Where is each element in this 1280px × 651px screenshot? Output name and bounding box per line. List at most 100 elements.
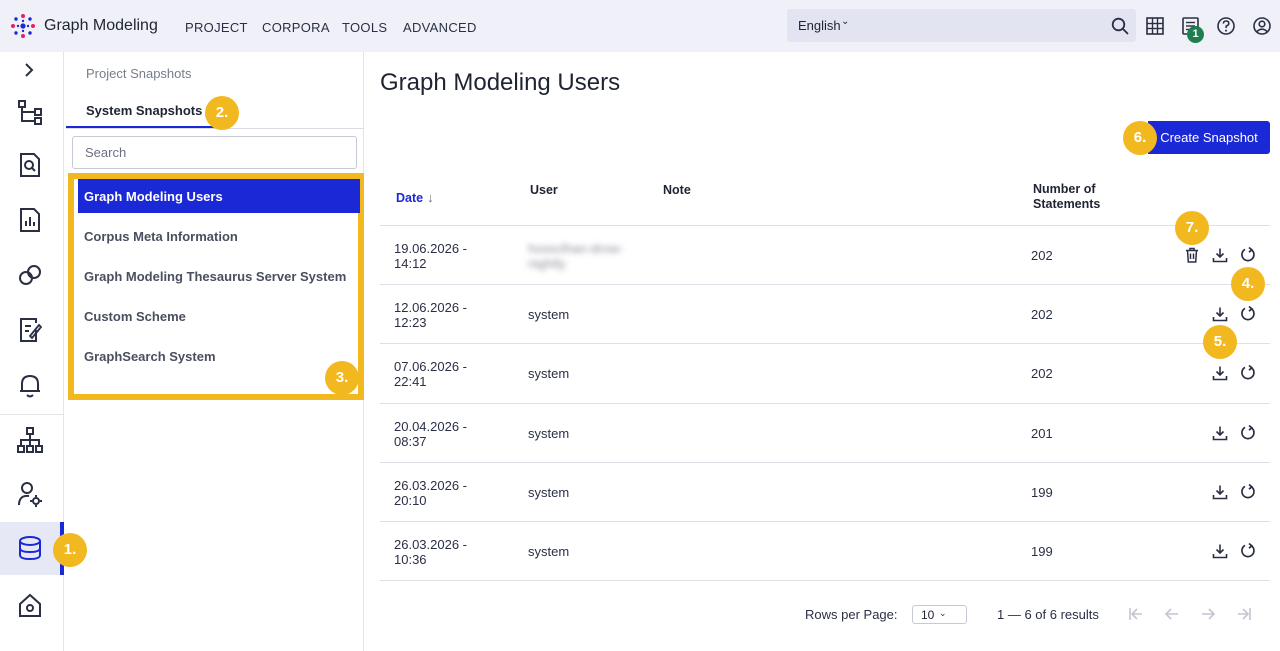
tab-system-snapshots[interactable]: System Snapshots [86,103,202,118]
row-date: 26.03.2026 - 20:10 [394,478,467,508]
row-date-line2: 12:23 [394,315,427,330]
list-item-corpus-meta-information[interactable]: Corpus Meta Information [78,219,360,253]
download-icon[interactable] [1211,305,1229,323]
marker-7: 7. [1175,211,1209,245]
row-user: system [528,366,570,381]
row-statements: 202 [1031,307,1053,322]
report-chart-icon[interactable] [16,206,44,234]
row-statements: 199 [1031,485,1053,500]
marker-2: 2. [205,96,239,130]
marker-6: 6. [1123,121,1157,155]
chevron-right-icon[interactable] [20,56,40,84]
row-date: 12.06.2026 - 12:23 [394,300,467,330]
tab-project-snapshots[interactable]: Project Snapshots [86,66,192,81]
row-statements: 202 [1031,248,1053,263]
row-statements: 202 [1031,366,1053,381]
row-date-line1: 26.03.2026 - [394,478,468,493]
list-item-custom-scheme[interactable]: Custom Scheme [78,299,360,333]
table-row: 20.04.2026 - 08:37 system 201 [380,403,1270,462]
row-user: hossclhan-drow- nightly [528,241,623,271]
row-date-line2: 10:36 [394,552,427,567]
column-header-statements: Number of Statements [1033,182,1100,212]
nav-tools[interactable]: TOOLS [342,20,387,35]
row-date-line1: 19.06.2026 - [394,241,468,256]
restore-icon[interactable] [1239,483,1257,501]
column-header-statements-line2: Statements [1033,197,1101,211]
column-header-note: Note [663,183,691,197]
org-chart-icon[interactable] [16,426,44,454]
hierarchy-icon[interactable] [16,98,44,126]
restore-icon[interactable] [1239,542,1257,560]
snapshots-table: Date ↓ User Note Number of Statements 19.… [380,170,1270,581]
sort-arrow-down-icon: ↓ [427,190,434,205]
restore-icon[interactable] [1239,424,1257,442]
row-date-line2: 08:37 [394,434,427,449]
row-date: 07.06.2026 - 22:41 [394,359,467,389]
download-icon[interactable] [1211,424,1229,442]
snapshot-list: Graph Modeling Users Corpus Meta Informa… [68,173,364,400]
row-user: system [528,426,570,441]
next-page-icon[interactable] [1198,604,1218,624]
download-icon[interactable] [1211,246,1229,264]
notification-badge: 1 [1187,26,1204,43]
left-rail [0,52,64,651]
user-settings-icon[interactable] [16,480,44,508]
row-date: 26.03.2026 - 10:36 [394,537,467,567]
language-select[interactable]: English ⌄ [787,9,1136,42]
row-date-line1: 12.06.2026 - [394,300,468,315]
restore-icon[interactable] [1239,246,1257,264]
document-search-icon[interactable] [16,151,44,179]
row-user-line1: hossclhan-drow- [528,241,624,256]
column-header-statements-line1: Number of [1033,182,1096,196]
database-icon[interactable] [16,534,44,562]
results-range: 1 — 6 of 6 results [997,607,1099,622]
app-brand[interactable]: Graph Modeling [44,17,158,35]
grid-icon[interactable] [1145,16,1165,36]
nav-project[interactable]: PROJECT [185,20,248,35]
restore-icon[interactable] [1239,305,1257,323]
row-statements: 201 [1031,426,1053,441]
create-snapshot-button[interactable]: Create Snapshot [1148,121,1270,154]
home-settings-icon[interactable] [16,591,44,619]
snapshot-panel: Project Snapshots System Snapshots Graph… [65,52,364,651]
rows-per-page-label: Rows per Page: [805,607,898,622]
link-icon[interactable] [16,261,44,289]
table-row: 12.06.2026 - 12:23 system 202 [380,284,1270,343]
bell-icon[interactable] [16,371,44,399]
edit-document-icon[interactable] [16,316,44,344]
column-header-date[interactable]: Date ↓ [396,190,434,206]
row-user: system [528,307,570,322]
row-date: 19.06.2026 - 14:12 [394,241,467,271]
chevron-down-icon: ⌄ [841,16,850,27]
page-title: Graph Modeling Users [380,69,621,96]
list-item-thesaurus-server-system[interactable]: Graph Modeling Thesaurus Server System [78,259,360,293]
row-user-line2: nightly [528,256,566,271]
marker-5: 5. [1203,325,1237,359]
download-icon[interactable] [1211,483,1229,501]
first-page-icon[interactable] [1126,604,1146,624]
row-date-line2: 20:10 [394,493,427,508]
previous-page-icon[interactable] [1162,604,1182,624]
nav-advanced[interactable]: ADVANCED [403,20,477,35]
download-icon[interactable] [1211,364,1229,382]
search-input[interactable] [72,136,357,169]
table-row: 26.03.2026 - 10:36 system 199 [380,521,1270,580]
nav-corpora[interactable]: CORPORA [262,20,330,35]
user-account-icon[interactable] [1252,16,1272,36]
tab-active-underline [66,126,214,128]
marker-4: 4. [1231,267,1265,301]
download-icon[interactable] [1211,542,1229,560]
row-statements: 199 [1031,544,1053,559]
row-date-line1: 07.06.2026 - [394,359,468,374]
help-icon[interactable] [1216,16,1236,36]
list-item-graphsearch-system[interactable]: GraphSearch System [78,339,360,373]
delete-icon[interactable] [1183,246,1201,264]
restore-icon[interactable] [1239,364,1257,382]
table-row: 07.06.2026 - 22:41 system 202 [380,343,1270,402]
last-page-icon[interactable] [1234,604,1254,624]
search-icon[interactable] [1111,17,1129,35]
top-bar: Graph Modeling PROJECT CORPORA TOOLS ADV… [0,0,1280,52]
list-item-graph-modeling-users[interactable]: Graph Modeling Users [78,179,360,213]
graph-logo-icon[interactable] [8,12,38,40]
row-date-line2: 14:12 [394,256,427,271]
